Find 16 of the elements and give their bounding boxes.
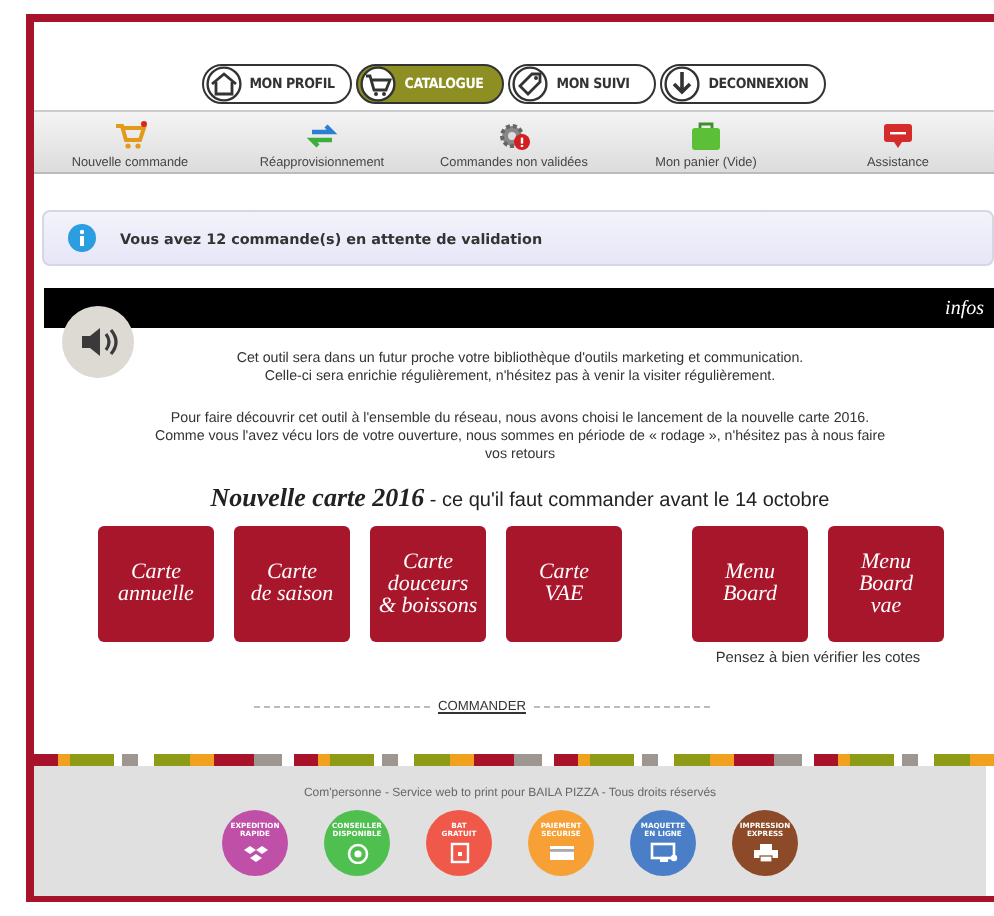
menu-tile[interactable]: Carte de saison [234, 526, 350, 642]
menu-tile[interactable]: Carte annuelle [98, 526, 214, 642]
cart-icon [112, 118, 148, 154]
info-icon [68, 224, 96, 252]
speaker-icon[interactable] [62, 306, 134, 378]
gear-icon [496, 118, 532, 154]
cart-icon [360, 66, 397, 102]
headline: Nouvelle carte 2016 - ce qu'il faut commander avant le 14 octobre [208, 482, 832, 514]
house-icon [205, 66, 242, 102]
tag-icon [512, 66, 549, 102]
menu-tile[interactable]: Menu Board vae [828, 526, 944, 642]
menu-tile[interactable]: Menu Board [692, 526, 808, 642]
menu-tile[interactable]: Carte douceurs & boissons [370, 526, 486, 642]
bag-icon [688, 118, 724, 154]
menu-tile[interactable]: Carte VAE [506, 526, 622, 642]
infos-title: infos [945, 297, 984, 319]
